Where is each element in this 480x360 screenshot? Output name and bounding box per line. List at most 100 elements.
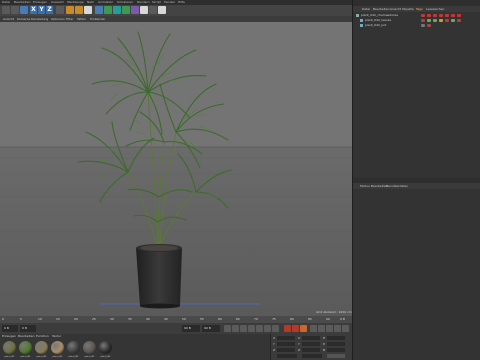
timeline-ruler[interactable]: 0 5 10 15 20 25 30 35 40 45 50 55 60 65 … (0, 316, 352, 323)
material-label: plant_042 (100, 356, 111, 358)
next-frame-icon[interactable] (256, 325, 263, 332)
render-settings-icon[interactable] (84, 6, 92, 14)
material-swatch[interactable] (19, 341, 32, 354)
timeline-tick: 75 (272, 317, 276, 321)
object-tag-icon[interactable] (427, 19, 431, 22)
rotation-key-icon[interactable] (326, 325, 333, 332)
previous-frame-icon[interactable] (240, 325, 247, 332)
object-tag-icon[interactable] (439, 14, 443, 17)
rotation-b-field[interactable] (327, 348, 345, 352)
object-tag-icon[interactable] (451, 14, 455, 17)
object-menu-item[interactable]: Tags (416, 6, 423, 12)
lock-z-toggle[interactable]: Z (46, 6, 53, 14)
rotation-p-field[interactable] (327, 342, 345, 346)
object-menu-item[interactable]: Datei (362, 6, 370, 12)
render-view-icon[interactable] (66, 6, 74, 14)
object-menu-item[interactable]: Bearbeiten (373, 6, 389, 12)
material-swatch[interactable] (67, 341, 80, 354)
preview-end-field[interactable]: 90 B (202, 325, 220, 332)
object-tag-icon[interactable] (427, 24, 431, 27)
object-tag-icon[interactable] (445, 14, 449, 17)
pen-icon[interactable] (104, 6, 112, 14)
param-key-icon[interactable] (334, 325, 341, 332)
material-swatch[interactable] (83, 341, 96, 354)
size-mode-dropdown[interactable] (302, 354, 322, 358)
subdivision-icon[interactable] (113, 6, 121, 14)
object-menu-item[interactable]: Objekte (402, 6, 414, 12)
object-tag-icon[interactable] (421, 24, 425, 27)
end-frame-field[interactable]: 90 B (182, 325, 200, 332)
object-row[interactable]: plant_042_pot (353, 23, 480, 28)
light-icon[interactable] (158, 6, 166, 14)
floor-icon[interactable] (140, 6, 148, 14)
plant-pot (136, 244, 182, 309)
play-icon[interactable] (248, 325, 255, 332)
position-z-field[interactable] (277, 348, 295, 352)
object-tag-icon[interactable] (421, 14, 425, 17)
attribute-menu-item[interactable]: Benutzerdaten (386, 183, 408, 189)
attribute-menu-item[interactable]: Modus (360, 183, 370, 189)
object-tag-icon[interactable] (445, 19, 449, 22)
material-swatch[interactable] (51, 341, 64, 354)
polygon-object-icon (360, 19, 363, 22)
coord-row-mode (273, 354, 353, 359)
timeline-tick: 55 (200, 317, 204, 321)
lock-x-toggle[interactable]: X (30, 6, 37, 14)
timeline-tick: 50 (182, 317, 186, 321)
deformer-icon[interactable] (131, 6, 139, 14)
material-menu-item[interactable]: Textur (52, 334, 61, 339)
current-frame-label: 0 B (340, 317, 345, 321)
object-tag-icon[interactable] (427, 14, 431, 17)
current-frame-field[interactable]: 0 B (20, 325, 36, 332)
viewport-sky (0, 22, 352, 147)
cube-icon[interactable] (95, 6, 103, 14)
position-x-field[interactable] (277, 336, 295, 340)
camera-icon[interactable] (149, 6, 157, 14)
material-swatch[interactable] (99, 341, 112, 354)
object-tag-icon[interactable] (439, 19, 443, 22)
object-menu-item[interactable]: Ansicht (390, 6, 401, 12)
3d-viewport[interactable] (0, 22, 352, 316)
keyframe-selection-icon[interactable] (300, 325, 307, 332)
object-tag-icon[interactable] (433, 19, 437, 22)
live-selection-icon[interactable] (20, 6, 28, 14)
viewport-status-bar: Grid Abstand : 1000 cm (0, 309, 352, 316)
scale-key-icon[interactable] (318, 325, 325, 332)
timeline-menu-icon[interactable] (342, 325, 349, 332)
size-x-field[interactable] (302, 336, 320, 340)
object-menu-item[interactable]: Lesezeichen (426, 6, 444, 12)
array-icon[interactable] (122, 6, 130, 14)
position-y-field[interactable] (277, 342, 295, 346)
start-frame-field[interactable]: 0 B (2, 325, 18, 332)
size-z-field[interactable] (302, 348, 320, 352)
undo-icon[interactable] (2, 6, 10, 14)
material-menu-item[interactable]: Erzeugen (2, 334, 16, 339)
object-tag-icon[interactable] (457, 19, 461, 22)
redo-icon[interactable] (11, 6, 19, 14)
render-picture-viewer-icon[interactable] (75, 6, 83, 14)
rotation-h-field[interactable] (327, 336, 345, 340)
previous-key-icon[interactable] (232, 325, 239, 332)
size-y-field[interactable] (302, 342, 320, 346)
material-swatch[interactable] (3, 341, 16, 354)
lock-y-toggle[interactable]: Y (38, 6, 45, 14)
polygon-object-icon (360, 24, 363, 27)
coordinate-system-icon[interactable] (56, 6, 64, 14)
object-tag-icon[interactable] (451, 19, 455, 22)
record-icon[interactable] (284, 325, 291, 332)
object-tag-icon[interactable] (433, 14, 437, 17)
material-menu-item[interactable]: Bearbeiten (18, 334, 34, 339)
apply-button[interactable] (327, 354, 345, 358)
position-key-icon[interactable] (310, 325, 317, 332)
material-swatch[interactable] (35, 341, 48, 354)
object-tag-icon[interactable] (457, 14, 461, 17)
coord-mode-dropdown[interactable] (277, 354, 297, 358)
go-to-end-icon[interactable] (272, 325, 279, 332)
attribute-menu-item[interactable]: Bearbeiten (371, 183, 387, 189)
autokey-icon[interactable] (292, 325, 299, 332)
go-to-start-icon[interactable] (224, 325, 231, 332)
object-tag-icon[interactable] (421, 19, 425, 22)
next-key-icon[interactable] (264, 325, 271, 332)
timeline-tick: 35 (128, 317, 132, 321)
material-menu-item[interactable]: Funktion (36, 334, 49, 339)
